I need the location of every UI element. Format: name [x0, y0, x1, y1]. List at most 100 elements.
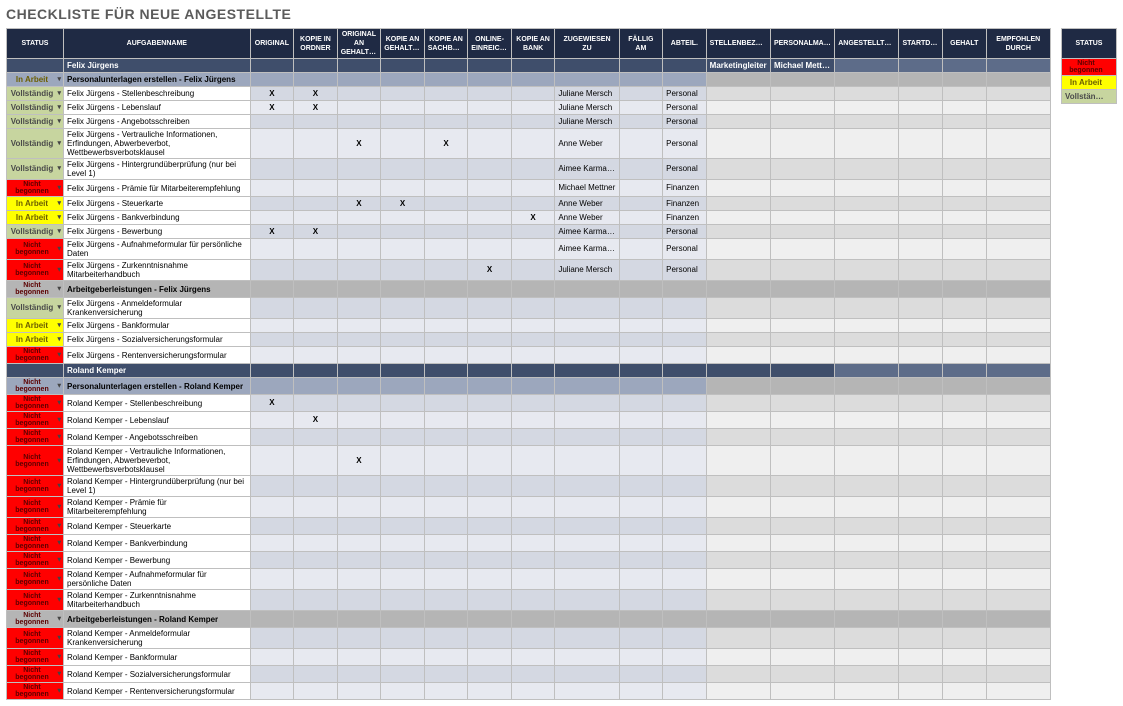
cell[interactable] — [424, 535, 468, 552]
cell[interactable] — [619, 319, 663, 333]
cell[interactable] — [337, 429, 381, 446]
cell[interactable] — [468, 649, 512, 666]
cell[interactable] — [899, 197, 943, 211]
cell[interactable] — [835, 129, 899, 159]
cell[interactable] — [943, 73, 987, 87]
cell[interactable] — [899, 429, 943, 446]
cell[interactable] — [770, 159, 834, 180]
cell[interactable] — [424, 115, 468, 129]
task-cell[interactable]: Felix Jürgens - Bankformular — [64, 319, 251, 333]
dropdown-icon[interactable]: ▾ — [58, 303, 62, 313]
cell[interactable] — [294, 260, 338, 281]
cell[interactable] — [424, 211, 468, 225]
cell[interactable]: Michael Mettner — [770, 59, 834, 73]
cell[interactable] — [381, 225, 425, 239]
cell[interactable] — [943, 281, 987, 298]
status-cell[interactable]: Nicht begonnen▾ — [7, 476, 64, 497]
cell[interactable] — [381, 518, 425, 535]
cell[interactable]: Finanzen — [663, 197, 707, 211]
cell[interactable] — [835, 333, 899, 347]
cell[interactable] — [424, 446, 468, 476]
cell[interactable]: Personal — [663, 87, 707, 101]
cell[interactable] — [986, 446, 1050, 476]
cell[interactable] — [663, 364, 707, 378]
cell[interactable] — [250, 569, 294, 590]
cell[interactable] — [986, 73, 1050, 87]
task-cell[interactable]: Felix Jürgens - Bankverbindung — [64, 211, 251, 225]
cell[interactable] — [899, 611, 943, 628]
cell[interactable] — [337, 569, 381, 590]
cell[interactable] — [381, 683, 425, 700]
cell[interactable] — [250, 129, 294, 159]
cell[interactable] — [619, 364, 663, 378]
cell[interactable] — [986, 59, 1050, 73]
cell[interactable]: X — [294, 101, 338, 115]
cell[interactable] — [424, 333, 468, 347]
cell[interactable] — [619, 225, 663, 239]
cell[interactable] — [943, 333, 987, 347]
cell[interactable] — [899, 129, 943, 159]
cell[interactable] — [835, 298, 899, 319]
cell[interactable] — [706, 628, 770, 649]
cell[interactable] — [706, 281, 770, 298]
cell[interactable] — [337, 611, 381, 628]
cell[interactable] — [381, 115, 425, 129]
cell[interactable] — [250, 180, 294, 197]
cell[interactable] — [770, 319, 834, 333]
status-cell[interactable]: Vollständig▾ — [7, 101, 64, 115]
cell[interactable] — [663, 628, 707, 649]
cell[interactable] — [250, 476, 294, 497]
cell[interactable] — [943, 590, 987, 611]
cell[interactable] — [294, 535, 338, 552]
cell[interactable] — [468, 412, 512, 429]
cell[interactable] — [986, 518, 1050, 535]
cell[interactable] — [835, 378, 899, 395]
cell[interactable] — [424, 611, 468, 628]
cell[interactable] — [511, 59, 555, 73]
cell[interactable] — [663, 412, 707, 429]
cell[interactable] — [986, 497, 1050, 518]
cell[interactable] — [986, 180, 1050, 197]
cell[interactable] — [986, 159, 1050, 180]
cell[interactable] — [381, 497, 425, 518]
cell[interactable] — [899, 211, 943, 225]
cell[interactable] — [468, 101, 512, 115]
cell[interactable] — [899, 319, 943, 333]
cell[interactable] — [770, 347, 834, 364]
cell[interactable] — [770, 260, 834, 281]
cell[interactable] — [986, 211, 1050, 225]
cell[interactable] — [337, 497, 381, 518]
cell[interactable] — [835, 159, 899, 180]
cell[interactable] — [337, 101, 381, 115]
cell[interactable] — [663, 683, 707, 700]
status-cell[interactable]: Nicht begonnen▾ — [7, 429, 64, 446]
cell[interactable] — [511, 611, 555, 628]
cell[interactable] — [381, 298, 425, 319]
cell[interactable] — [424, 159, 468, 180]
cell[interactable] — [511, 590, 555, 611]
cell[interactable] — [250, 552, 294, 569]
cell[interactable] — [511, 666, 555, 683]
cell[interactable] — [835, 319, 899, 333]
cell[interactable]: Juliane Mersch — [555, 101, 619, 115]
cell[interactable] — [555, 281, 619, 298]
cell[interactable] — [511, 319, 555, 333]
cell[interactable] — [468, 129, 512, 159]
cell[interactable] — [381, 87, 425, 101]
cell[interactable] — [424, 73, 468, 87]
cell[interactable] — [424, 666, 468, 683]
cell[interactable] — [381, 347, 425, 364]
cell[interactable] — [943, 446, 987, 476]
cell[interactable] — [250, 281, 294, 298]
cell[interactable]: Personal — [663, 101, 707, 115]
cell[interactable] — [770, 497, 834, 518]
status-cell[interactable]: Nicht begonnen▾ — [7, 611, 64, 628]
cell[interactable] — [619, 59, 663, 73]
cell[interactable] — [511, 476, 555, 497]
cell[interactable] — [770, 281, 834, 298]
cell[interactable] — [986, 197, 1050, 211]
cell[interactable]: Finanzen — [663, 180, 707, 197]
cell[interactable] — [337, 683, 381, 700]
cell[interactable] — [899, 683, 943, 700]
cell[interactable] — [770, 552, 834, 569]
